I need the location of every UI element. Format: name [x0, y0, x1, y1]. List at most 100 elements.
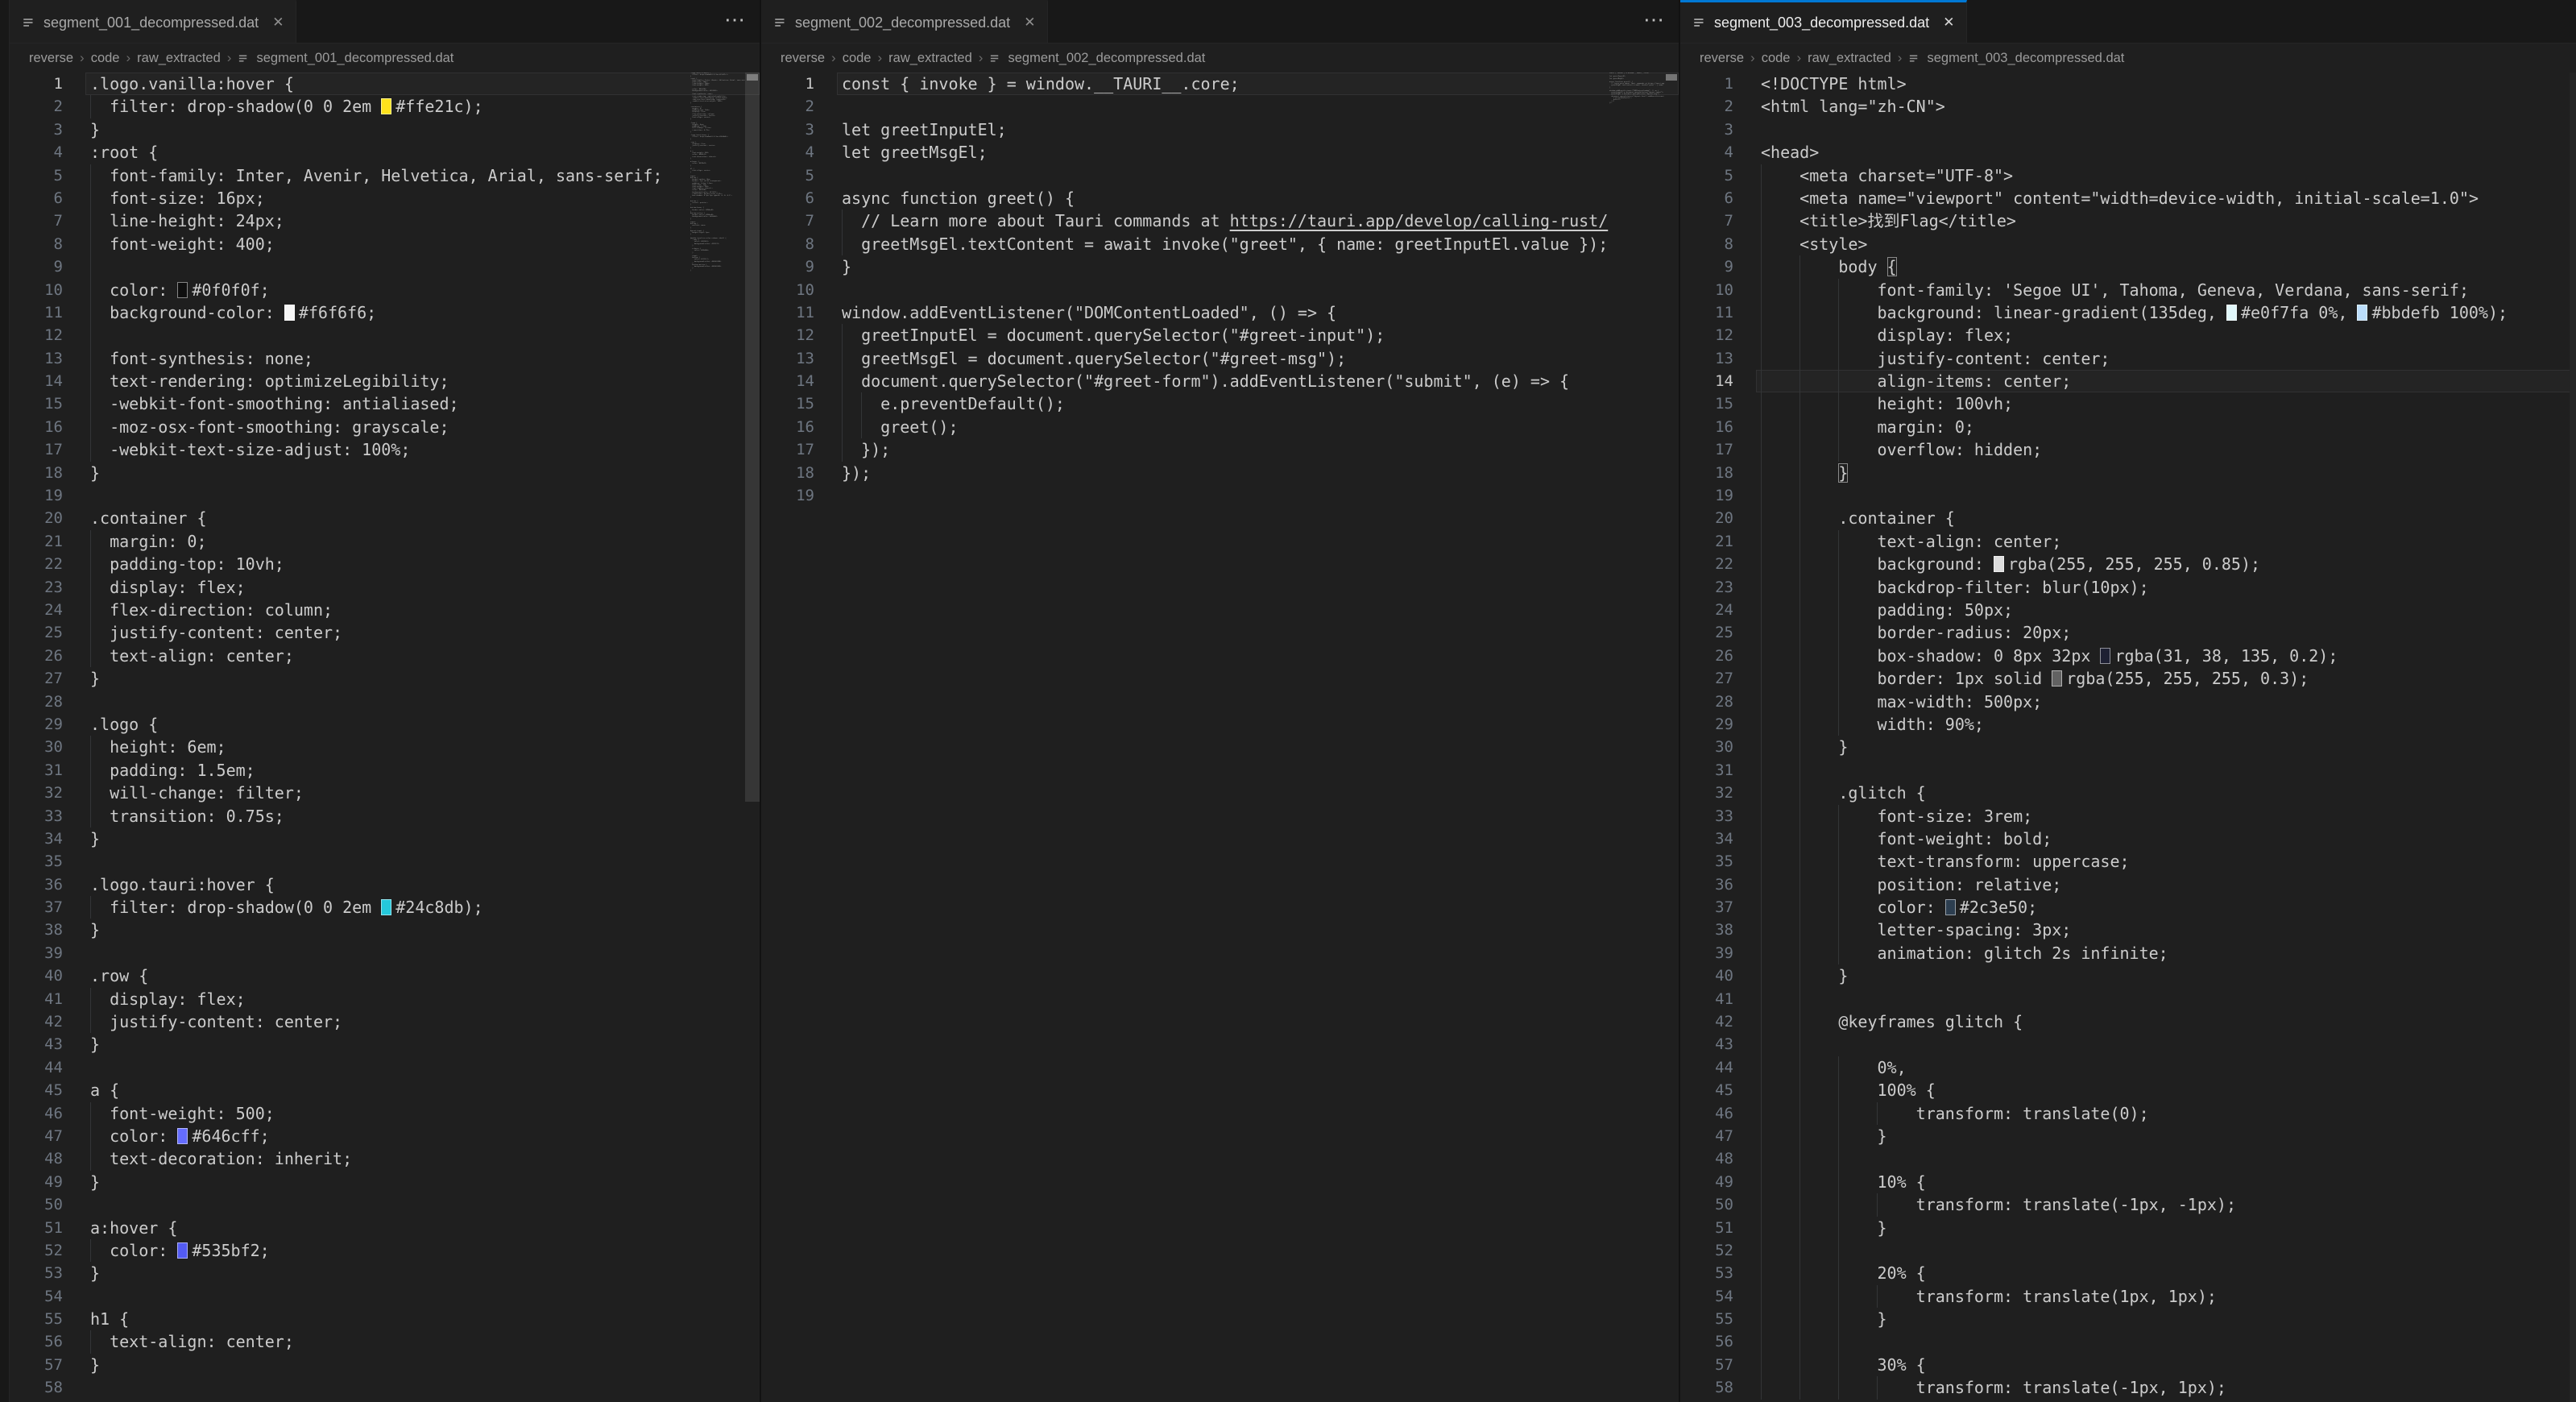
- breadcrumb-item[interactable]: reverse: [781, 51, 825, 66]
- code-line[interactable]: 7 // Learn more about Tauri commands at …: [761, 209, 1679, 232]
- code-line[interactable]: 51 }: [1680, 1217, 2576, 1239]
- code-line[interactable]: 42 justify-content: center;: [10, 1010, 760, 1033]
- vertical-scrollbar[interactable]: [745, 73, 760, 1402]
- code-line[interactable]: 17 -webkit-text-size-adjust: 100%;: [10, 438, 760, 461]
- breadcrumb-item[interactable]: code: [1762, 51, 1791, 66]
- color-swatch[interactable]: [177, 1242, 188, 1259]
- code-line[interactable]: 43}: [10, 1033, 760, 1056]
- color-swatch[interactable]: [1994, 556, 2004, 572]
- code-line[interactable]: 4:root {: [10, 141, 760, 164]
- code-line[interactable]: 58: [10, 1376, 760, 1399]
- color-swatch[interactable]: [381, 98, 391, 114]
- code-line[interactable]: 15 e.preventDefault();: [761, 392, 1679, 415]
- code-line[interactable]: 7 <title>找到Flag</title>: [1680, 209, 2576, 232]
- code-line[interactable]: 52 color: #535bf2;: [10, 1239, 760, 1262]
- code-line[interactable]: 14 align-items: center;: [1680, 370, 2576, 392]
- color-swatch[interactable]: [2100, 648, 2110, 664]
- tab-segment-001[interactable]: segment_001_decompressed.dat ✕: [10, 0, 296, 43]
- code-line[interactable]: 13 justify-content: center;: [1680, 347, 2576, 370]
- code-line[interactable]: 47 color: #646cff;: [10, 1125, 760, 1147]
- breadcrumb-file[interactable]: segment_002_decompressed.dat: [1008, 51, 1205, 66]
- breadcrumb-item[interactable]: reverse: [1700, 51, 1744, 66]
- code-line[interactable]: 33 transition: 0.75s;: [10, 805, 760, 828]
- code-line[interactable]: 45 100% {: [1680, 1079, 2576, 1101]
- code-line[interactable]: 54 transform: translate(1px, 1px);: [1680, 1285, 2576, 1308]
- code-line[interactable]: 56: [1680, 1330, 2576, 1353]
- color-swatch[interactable]: [1945, 899, 1956, 915]
- code-line[interactable]: 57}: [10, 1354, 760, 1376]
- code-line[interactable]: 20 .container {: [1680, 507, 2576, 529]
- code-line[interactable]: 22 background: rgba(255, 255, 255, 0.85)…: [1680, 553, 2576, 575]
- code-line[interactable]: 25 border-radius: 20px;: [1680, 621, 2576, 644]
- code-line[interactable]: 3: [1680, 118, 2576, 141]
- tab-segment-003[interactable]: segment_003_decompressed.dat ✕: [1680, 0, 1967, 43]
- editor-actions-more-icon[interactable]: ⋯: [724, 7, 747, 32]
- code-line[interactable]: 17 });: [761, 438, 1679, 461]
- code-line[interactable]: 35 text-transform: uppercase;: [1680, 850, 2576, 873]
- code-line[interactable]: 10 color: #0f0f0f;: [10, 279, 760, 301]
- code-line[interactable]: 29 width: 90%;: [1680, 713, 2576, 736]
- code-line[interactable]: 8 greetMsgEl.textContent = await invoke(…: [761, 233, 1679, 255]
- code-line[interactable]: 50: [10, 1193, 760, 1216]
- breadcrumb-file[interactable]: segment_001_decompressed.dat: [256, 51, 453, 66]
- code-line[interactable]: 41: [1680, 988, 2576, 1010]
- code-line[interactable]: 5 font-family: Inter, Avenir, Helvetica,…: [10, 164, 760, 187]
- code-line[interactable]: 49}: [10, 1171, 760, 1193]
- code-line[interactable]: 6 font-size: 16px;: [10, 187, 760, 209]
- tab-segment-002[interactable]: segment_002_decompressed.dat ✕: [761, 0, 1048, 43]
- code-line[interactable]: 32 will-change: filter;: [10, 782, 760, 804]
- code-line[interactable]: 49 10% {: [1680, 1171, 2576, 1193]
- code-line[interactable]: 31: [1680, 759, 2576, 782]
- breadcrumb[interactable]: reverse›code›raw_extracted›segment_003_d…: [1680, 44, 2576, 73]
- code-line[interactable]: 5 <meta charset="UTF-8">: [1680, 164, 2576, 187]
- code-line[interactable]: 46 font-weight: 500;: [10, 1102, 760, 1125]
- color-swatch[interactable]: [2052, 670, 2062, 686]
- code-line[interactable]: 5: [761, 164, 1679, 187]
- code-line[interactable]: 12 greetInputEl = document.querySelector…: [761, 324, 1679, 346]
- code-line[interactable]: 27 border: 1px solid rgba(255, 255, 255,…: [1680, 667, 2576, 690]
- code-line[interactable]: 14 text-rendering: optimizeLegibility;: [10, 370, 760, 392]
- code-line[interactable]: 1.logo.vanilla:hover {: [10, 73, 760, 95]
- breadcrumb-file[interactable]: segment_003_decompressed.dat: [1927, 51, 2124, 66]
- code-line[interactable]: 41 display: flex;: [10, 988, 760, 1010]
- code-line[interactable]: 2 filter: drop-shadow(0 0 2em #ffe21c);: [10, 95, 760, 118]
- editor-actions-more-icon[interactable]: ⋯: [1643, 7, 1666, 32]
- code-line[interactable]: 19: [761, 484, 1679, 507]
- code-line[interactable]: 1<!DOCTYPE html>: [1680, 73, 2576, 95]
- code-line[interactable]: 48: [1680, 1147, 2576, 1170]
- code-line[interactable]: 30 height: 6em;: [10, 736, 760, 758]
- code-line[interactable]: 13 greetMsgEl = document.querySelector("…: [761, 347, 1679, 370]
- code-line[interactable]: 37 filter: drop-shadow(0 0 2em #24c8db);: [10, 896, 760, 919]
- code-line[interactable]: 42 @keyframes glitch {: [1680, 1010, 2576, 1033]
- code-line[interactable]: 4<head>: [1680, 141, 2576, 164]
- code-line[interactable]: 54: [10, 1285, 760, 1308]
- code-line[interactable]: 53 20% {: [1680, 1262, 2576, 1284]
- code-line[interactable]: 47 }: [1680, 1125, 2576, 1147]
- code-line[interactable]: 38}: [10, 919, 760, 941]
- code-line[interactable]: 38 letter-spacing: 3px;: [1680, 919, 2576, 941]
- code-line[interactable]: 20.container {: [10, 507, 760, 529]
- code-line[interactable]: 16 margin: 0;: [1680, 416, 2576, 438]
- code-line[interactable]: 8 font-weight: 400;: [10, 233, 760, 255]
- code-line[interactable]: 32 .glitch {: [1680, 782, 2576, 804]
- color-swatch[interactable]: [284, 305, 295, 321]
- code-line[interactable]: 10 font-family: 'Segoe UI', Tahoma, Gene…: [1680, 279, 2576, 301]
- code-line[interactable]: 46 transform: translate(0);: [1680, 1102, 2576, 1125]
- code-line[interactable]: 9: [10, 255, 760, 278]
- code-line[interactable]: 28: [10, 691, 760, 713]
- color-swatch[interactable]: [177, 1128, 188, 1144]
- code-line[interactable]: 15 height: 100vh;: [1680, 392, 2576, 415]
- link-text[interactable]: https://tauri.app/develop/calling-rust/: [1230, 211, 1609, 230]
- color-swatch[interactable]: [2226, 305, 2237, 321]
- code-line[interactable]: 18}: [10, 462, 760, 484]
- code-line[interactable]: 35: [10, 850, 760, 873]
- code-lines[interactable]: 1.logo.vanilla:hover {2 filter: drop-sha…: [10, 73, 760, 1402]
- code-line[interactable]: 21 text-align: center;: [1680, 530, 2576, 553]
- color-swatch[interactable]: [381, 899, 391, 915]
- color-swatch[interactable]: [177, 282, 188, 298]
- code-line[interactable]: 25 justify-content: center;: [10, 621, 760, 644]
- code-line[interactable]: 39 animation: glitch 2s infinite;: [1680, 942, 2576, 964]
- breadcrumb[interactable]: reverse›code›raw_extracted›segment_002_d…: [761, 44, 1679, 73]
- code-line[interactable]: 50 transform: translate(-1px, -1px);: [1680, 1193, 2576, 1216]
- code-line[interactable]: 19: [1680, 484, 2576, 507]
